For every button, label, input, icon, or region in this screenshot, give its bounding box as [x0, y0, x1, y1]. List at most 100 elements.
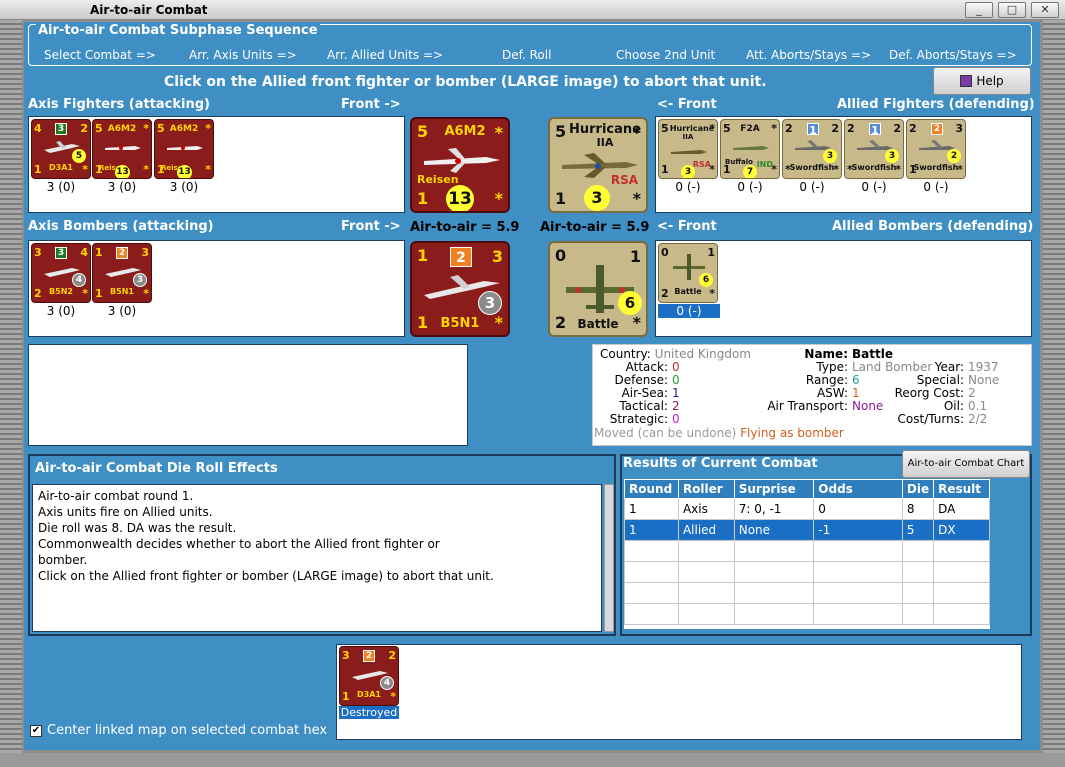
asw-label: ASW:	[816, 386, 848, 400]
destroyed-unit-d3a1[interactable]: 322 4 1 D3A1 *	[339, 646, 399, 706]
front-axis-fighter[interactable]: 5 A6M2 * Reisen 13 1 *	[410, 117, 510, 213]
name-label: Name:	[804, 347, 848, 361]
type-label: Type:	[816, 360, 848, 374]
axis-fighters-title: Axis Fighters (attacking)	[28, 97, 210, 112]
table-row[interactable]: 1 Axis 7: 0, -1 0 8 DA	[624, 498, 990, 520]
allied-bomber-battle[interactable]: 01 6 2 Battle *	[658, 243, 718, 303]
table-row	[624, 540, 990, 562]
air-to-air-chart-button[interactable]: Air-to-air Combat Chart	[902, 450, 1030, 478]
allied-fighter-count: 0 (-)	[799, 180, 825, 194]
step-def-roll: Def. Roll	[502, 48, 552, 62]
results-table: Round Roller Surprise Odds Die Result 1A…	[624, 479, 990, 625]
reorg-label: Reorg Cost:	[894, 386, 964, 400]
instruction-text: Click on the Allied front fighter or bom…	[164, 74, 767, 90]
plane-icon	[424, 148, 500, 173]
transport-label: Air Transport:	[767, 399, 848, 413]
axis-air-to-air-value: Air-to-air = 5.9	[410, 220, 520, 235]
defense-label: Defense:	[614, 373, 668, 387]
results-table-wrap: Round Roller Surprise Odds Die Result 1A…	[624, 479, 990, 629]
col-die[interactable]: Die	[901, 479, 935, 499]
center-map-checkbox[interactable]: ✔	[30, 725, 42, 737]
effects-log[interactable]: Air-to-air combat round 1. Axis units fi…	[32, 484, 602, 632]
axis-bomber-count: 3 (0)	[46, 304, 76, 318]
year-label: Year:	[934, 360, 964, 374]
axis-fighter-count: 3 (0)	[107, 180, 137, 194]
effects-line: Commonwealth decides whether to abort th…	[38, 537, 440, 551]
range-label: Range:	[805, 373, 848, 387]
axis-fighter-d3a1[interactable]: 432 5 1 D3A1 *	[31, 119, 91, 179]
allied-fighters-front-label: <- Front	[657, 97, 717, 112]
window-title: Air-to-air Combat	[90, 3, 208, 17]
plane-icon	[671, 150, 707, 154]
effects-line: bomber.	[38, 553, 88, 567]
axis-bombers-front-label: Front ->	[341, 219, 401, 234]
step-def-aborts: Def. Aborts/Stays =>	[889, 48, 1017, 62]
axis-bomber-b5n1[interactable]: 123 3 1 B5N1 *	[92, 243, 152, 303]
allied-air-to-air-value: Air-to-air = 5.9	[540, 220, 650, 235]
table-row[interactable]: 1 Allied None -1 5 DX	[624, 519, 990, 541]
moved-row: Moved (can be undone) Flying as bomber	[594, 426, 844, 440]
maximize-button[interactable]: □	[998, 2, 1026, 18]
allied-fighter-swordfish[interactable]: 212 3 * Swordfish *	[782, 119, 842, 179]
reorg-value: 2	[968, 386, 976, 400]
col-roller[interactable]: Roller	[677, 479, 735, 499]
col-odds[interactable]: Odds	[813, 479, 903, 499]
minimize-button[interactable]: _	[965, 2, 993, 18]
country-row: Country: United Kingdom	[600, 347, 751, 361]
effects-line: Die roll was 8. DA was the result.	[38, 521, 237, 535]
axis-fighter-a6m2[interactable]: 5 A6M2 * Reisen 13 1 *	[92, 119, 152, 179]
tactical-value: 2	[672, 399, 680, 413]
table-row	[624, 582, 990, 604]
name-value: Battle	[852, 347, 893, 361]
step-choose-2nd: Choose 2nd Unit	[616, 48, 716, 62]
step-att-aborts: Att. Aborts/Stays =>	[746, 48, 872, 62]
allied-fighter-count: 0 (-)	[861, 180, 887, 194]
frame-bottom-edge	[0, 753, 1065, 767]
attack-value: 0	[672, 360, 680, 374]
plane-icon	[105, 146, 141, 150]
col-surprise[interactable]: Surprise	[733, 479, 815, 499]
cost-value: 2/2	[968, 412, 988, 426]
plane-icon	[167, 146, 203, 150]
step-select-combat: Select Combat =>	[44, 48, 156, 62]
allied-fighter-count: 0 (-)	[675, 180, 701, 194]
allied-fighter-count: 0 (-)	[923, 180, 949, 194]
effects-line: Air-to-air combat round 1.	[38, 489, 194, 503]
oil-value: 0.1	[968, 399, 988, 413]
front-allied-bomber[interactable]: 0 1 6 2 Battle *	[548, 241, 648, 337]
axis-bombers-title: Axis Bombers (attacking)	[28, 219, 214, 234]
plane-icon	[733, 146, 769, 150]
destroyed-label: Destroyed	[339, 706, 399, 719]
front-axis-bomber[interactable]: 1 2 3 3 1 B5N1 *	[410, 241, 510, 337]
tactical-label: Tactical:	[619, 399, 668, 413]
col-result[interactable]: Result	[933, 479, 990, 499]
allied-bomber-count[interactable]: 0 (-)	[658, 304, 720, 318]
allied-bombers-title: Allied Bombers (defending)	[832, 219, 1034, 234]
table-row	[624, 603, 990, 625]
axis-fighter-a6m2[interactable]: 5 A6M2 * Reisen 13 1 *	[154, 119, 214, 179]
effects-line: Click on the Allied front fighter or bom…	[38, 569, 494, 583]
help-label: Help	[976, 74, 1004, 88]
allied-fighter-swordfish[interactable]: 212 3 * Swordfish *	[844, 119, 904, 179]
effects-scrollbar[interactable]	[604, 484, 614, 632]
col-round[interactable]: Round	[624, 479, 679, 499]
allied-fighter-hurricane[interactable]: 5 Hurricane * IIA RSA 3 1 *	[658, 119, 718, 179]
subphase-sequence-title: Air-to-air Combat Subphase Sequence	[36, 23, 320, 38]
window: Air-to-air Combat _ □ ✕ Air-to-air Comba…	[0, 0, 1065, 767]
destroyed-units-box	[336, 644, 1022, 740]
center-map-label: Center linked map on selected combat hex	[47, 723, 328, 738]
cost-label: Cost/Turns:	[897, 412, 964, 426]
close-button[interactable]: ✕	[1031, 2, 1059, 18]
allied-fighter-buffalo[interactable]: 5 F2A * Buffalo IND 7 1 *	[720, 119, 780, 179]
axis-bomber-b5n2[interactable]: 334 4 2 B5N2 *	[31, 243, 91, 303]
range-value: 6	[852, 373, 860, 387]
help-button[interactable]: Help	[933, 67, 1031, 95]
axis-fighter-count: 3 (0)	[46, 180, 76, 194]
axis-fighters-front-label: Front ->	[341, 97, 401, 112]
title-bar: Air-to-air Combat _ □ ✕	[0, 0, 1065, 20]
allied-fighter-swordfish[interactable]: 223 2 1 Swordfish *	[906, 119, 966, 179]
attack-label: Attack:	[625, 360, 668, 374]
year-value: 1937	[968, 360, 999, 374]
allied-bombers-front-label: <- Front	[657, 219, 717, 234]
front-allied-fighter[interactable]: 5 Hurricane IIA * RSA 3 1 *	[548, 117, 648, 213]
